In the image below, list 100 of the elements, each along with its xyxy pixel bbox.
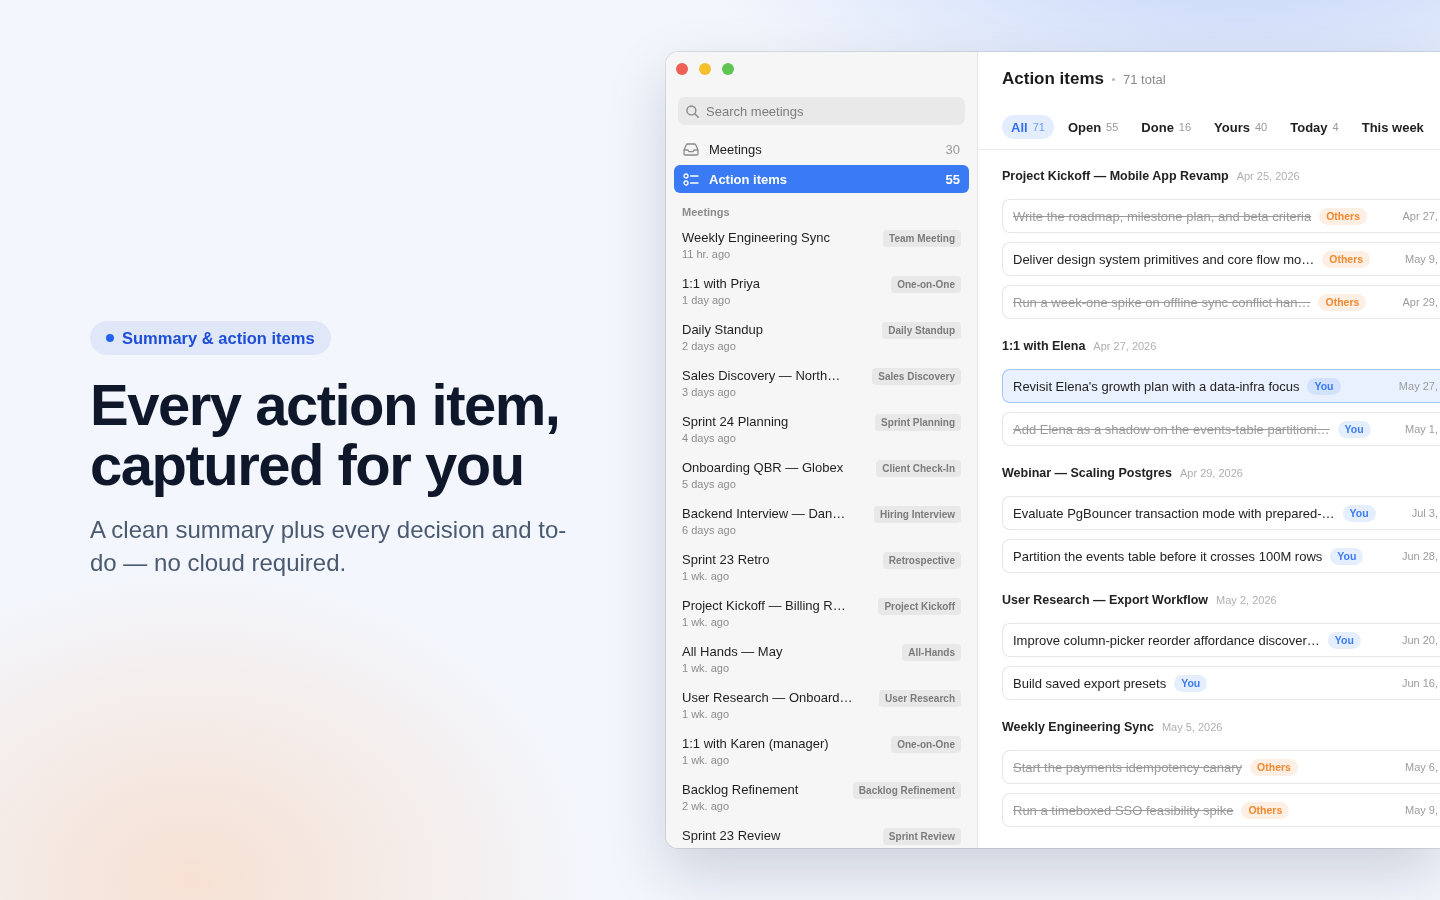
meeting-title[interactable]: Daily Standup	[682, 321, 763, 339]
meeting-title[interactable]: Weekly Engineering Sync	[682, 229, 830, 247]
due-date: May 27,	[1397, 380, 1438, 392]
meeting-title[interactable]: Sprint 23 Review	[682, 827, 781, 845]
dot-icon	[106, 334, 114, 342]
close-button[interactable]	[676, 63, 688, 75]
meeting-title[interactable]: User Research — Onboard…	[682, 689, 853, 707]
search-icon	[686, 104, 699, 118]
filter-tab[interactable]: Done 16	[1132, 115, 1201, 139]
filter-tab[interactable]: This week	[1352, 115, 1433, 139]
meeting-time: 6 days ago	[682, 523, 736, 538]
action-item-text: Build saved export presets	[1013, 675, 1167, 691]
meeting-group-title: Weekly Engineering Sync	[1002, 719, 1154, 735]
meeting-title[interactable]: Sales Discovery — North…	[682, 367, 841, 385]
badge-label: Summary & action items	[122, 328, 315, 348]
meeting-title[interactable]: Sprint 23 Retro	[682, 551, 770, 569]
meeting-title[interactable]: All Hands — May	[682, 643, 783, 661]
due-date: May 9,	[1404, 804, 1438, 816]
meeting-time: 1 wk. ago	[682, 569, 730, 584]
checklist-icon	[683, 172, 699, 186]
meeting-title[interactable]: Sprint 24 Planning	[682, 413, 789, 431]
meeting-title[interactable]: Project Kickoff — Billing R…	[682, 597, 846, 615]
meeting-date: Apr 29, 2026	[1179, 467, 1243, 479]
meeting-title[interactable]: Backend Interview — Dan…	[682, 505, 846, 523]
action-item-text: Partition the events table before it crosses 100M rows	[1013, 548, 1323, 564]
due-date: Apr 27,	[1401, 210, 1438, 222]
meeting-type-tag: Sprint Planning	[875, 413, 961, 431]
due-date: Jun 16,	[1400, 677, 1438, 689]
action-item-text: Run a timeboxed SSO feasibility spike	[1013, 802, 1234, 818]
owner-tag: You	[1307, 377, 1341, 395]
minimize-button[interactable]	[699, 63, 711, 75]
meeting-time: 2 days ago	[682, 339, 736, 354]
filter-tab[interactable]: Today 4	[1281, 115, 1348, 139]
action-item-card[interactable]: Improve column-picker reorder affordance discover… You Jun 20,	[1002, 623, 1440, 657]
action-item-text: Run a week-one spike on offline sync conflict han…	[1013, 294, 1311, 310]
meeting-title[interactable]: 1:1 with Karen (manager)	[682, 735, 829, 753]
meeting-time: 5 days ago	[682, 477, 736, 492]
section-header: Meetings	[682, 205, 731, 219]
maximize-button[interactable]	[722, 63, 734, 75]
action-item-text: Evaluate PgBouncer transaction mode with prepared-…	[1013, 505, 1335, 521]
meeting-type-tag: Project Kickoff	[878, 597, 961, 615]
meeting-time: 11 hr. ago	[682, 247, 731, 262]
meeting-group-title: Webinar — Scaling Postgres	[1002, 465, 1172, 481]
meeting-group-title: Project Kickoff — Mobile App Revamp	[1002, 168, 1229, 184]
owner-tag: Others	[1250, 758, 1298, 776]
meeting-time: 4 days ago	[682, 431, 736, 446]
meeting-title[interactable]: Backlog Refinement	[682, 781, 799, 799]
owner-tag: Others	[1241, 801, 1290, 819]
meeting-type-tag: Team Meeting	[883, 229, 961, 247]
meeting-group-title: 1:1 with Elena	[1002, 338, 1086, 354]
action-item-card[interactable]: Add Elena as a shadow on the events-table partitioni… You May 1,	[1002, 412, 1440, 446]
due-date: May 1,	[1404, 423, 1438, 435]
due-date: May 6,	[1404, 761, 1438, 773]
action-item-card[interactable]: Partition the events table before it crosses 100M rows You Jun 28,	[1002, 539, 1440, 573]
action-item-card[interactable]: Revisit Elena's growth plan with a data-infra focus You May 27,	[1002, 369, 1440, 403]
due-date: Jul 3,	[1410, 507, 1438, 519]
action-item-text: Deliver design system primitives and core flow mo…	[1013, 251, 1315, 267]
meeting-title[interactable]: Onboarding QBR — Globex	[682, 459, 844, 477]
owner-tag: Others	[1319, 207, 1368, 225]
due-date: Apr 29,	[1401, 296, 1438, 308]
owner-tag: You	[1327, 631, 1361, 649]
owner-tag: Others	[1318, 293, 1367, 311]
action-item-card[interactable]: Evaluate PgBouncer transaction mode with prepared-… You Jul 3,	[1002, 496, 1440, 530]
meeting-date: May 5, 2026	[1161, 721, 1223, 733]
owner-tag: You	[1342, 504, 1376, 522]
sidebar-nav-item[interactable]: Meetings 30	[674, 135, 969, 163]
sidebar-nav-item[interactable]: Action items 55	[674, 165, 969, 193]
tray-icon	[683, 142, 699, 156]
meeting-time: 1 wk. ago	[682, 661, 730, 676]
due-date: May 9,	[1404, 253, 1438, 265]
headline: Every action item, captured for you	[90, 375, 561, 495]
owner-tag: Others	[1322, 250, 1371, 268]
meeting-date: Apr 25, 2026	[1236, 170, 1300, 182]
action-item-card[interactable]: Deliver design system primitives and core flow mo… Others May 9,	[1002, 242, 1440, 276]
page-title: Action items	[1002, 68, 1105, 90]
action-item-card[interactable]: Build saved export presets You Jun 16,	[1002, 666, 1440, 700]
action-item-text: Add Elena as a shadow on the events-table partitioni…	[1013, 421, 1330, 437]
meeting-title[interactable]: 1:1 with Priya	[682, 275, 761, 293]
total-count: 71 total	[1123, 71, 1166, 87]
meeting-type-tag: Sales Discovery	[872, 367, 961, 385]
meeting-time: 3 days ago	[682, 385, 736, 400]
filter-tab[interactable]: Yours 40	[1205, 115, 1277, 139]
meeting-type-tag: User Research	[878, 689, 961, 707]
due-date: Jun 20,	[1400, 634, 1438, 646]
meeting-time: 2 wk. ago	[682, 799, 730, 814]
search-field[interactable]: Search meetings	[678, 97, 965, 125]
meeting-time: 1 wk. ago	[682, 753, 730, 768]
due-date: Jun 28,	[1400, 550, 1438, 562]
filter-tab[interactable]: Open 55	[1058, 115, 1128, 139]
meeting-type-tag: Client Check-In	[876, 459, 961, 477]
meeting-date: Apr 27, 2026	[1093, 340, 1157, 352]
meeting-type-tag: All-Hands	[902, 643, 961, 661]
meeting-type-tag: Retrospective	[882, 551, 961, 569]
action-item-text: Start the payments idempotency canary	[1013, 759, 1243, 775]
action-item-text: Improve column-picker reorder affordance discover…	[1013, 632, 1320, 648]
meeting-type-tag: Sprint Review	[882, 827, 961, 845]
meeting-type-tag: One-on-One	[891, 735, 961, 753]
owner-tag: You	[1174, 674, 1208, 692]
filter-tab[interactable]: All 71	[1002, 115, 1054, 139]
meeting-type-tag: Hiring Interview	[874, 505, 961, 523]
